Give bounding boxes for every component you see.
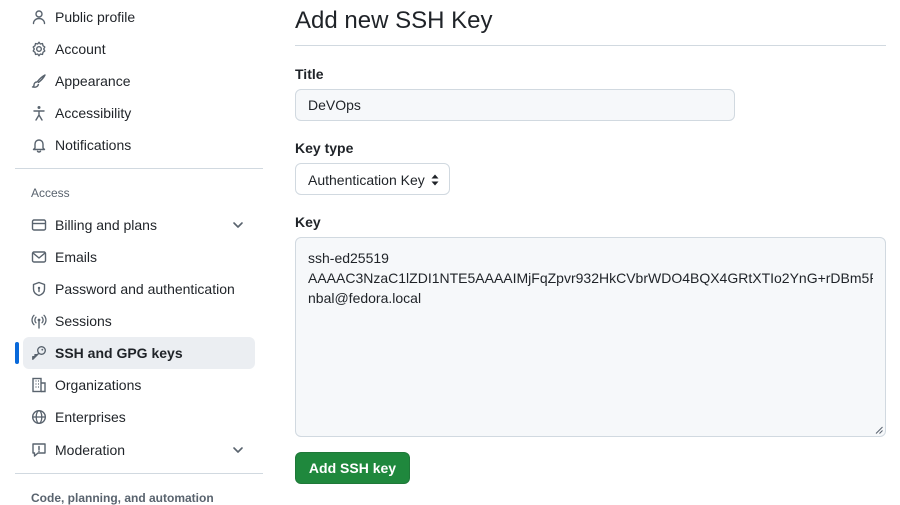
sidebar-item-ssh-gpg-keys[interactable]: SSH and GPG keys bbox=[23, 337, 255, 369]
chevron-down-icon[interactable] bbox=[231, 218, 245, 232]
selected-indicator bbox=[15, 342, 19, 364]
sidebar-item-label: Moderation bbox=[55, 442, 126, 458]
sidebar-item-label: Password and authentication bbox=[55, 281, 235, 297]
sidebar-item-billing[interactable]: Billing and plans bbox=[23, 209, 255, 241]
add-ssh-key-button[interactable]: Add SSH key bbox=[295, 452, 410, 484]
title-input[interactable] bbox=[295, 89, 735, 121]
bell-icon bbox=[31, 137, 47, 153]
sidebar-item-label: Accessibility bbox=[55, 105, 132, 121]
key-line: AAAAC3NzaC1lZDI1NTE5AAAAIMjFqZpvr932HkCV… bbox=[308, 270, 873, 286]
sidebar-item-label: Enterprises bbox=[55, 409, 126, 425]
resize-grip-icon[interactable] bbox=[875, 426, 883, 434]
sidebar-item-label: SSH and GPG keys bbox=[55, 345, 183, 361]
sidebar-item-label: Sessions bbox=[55, 313, 112, 329]
key-label: Key bbox=[295, 214, 321, 230]
page-title: Add new SSH Key bbox=[295, 7, 493, 34]
globe-icon bbox=[31, 409, 47, 425]
key-type-select[interactable]: Authentication Key bbox=[295, 163, 450, 195]
sidebar-item-emails[interactable]: Emails bbox=[23, 241, 255, 273]
sidebar-item-moderation[interactable]: Moderation bbox=[23, 434, 255, 466]
settings-sidebar: Public profile Account Appearance Access… bbox=[15, 0, 263, 505]
key-line: nbal@fedora.local bbox=[308, 290, 422, 306]
mail-icon bbox=[31, 249, 47, 265]
title-label: Title bbox=[295, 66, 324, 82]
sidebar-item-password-auth[interactable]: Password and authentication bbox=[23, 273, 255, 305]
sidebar-group-title-code: Code, planning, and automation bbox=[31, 491, 214, 505]
sidebar-item-label: Account bbox=[55, 41, 106, 57]
sidebar-item-label: Notifications bbox=[55, 137, 132, 153]
broadcast-icon bbox=[31, 313, 47, 329]
sidebar-divider bbox=[15, 473, 263, 474]
sidebar-group-title-access: Access bbox=[31, 186, 70, 200]
sidebar-item-accessibility[interactable]: Accessibility bbox=[23, 97, 255, 129]
main-content: Add new SSH Key Title Key type Authentic… bbox=[295, 0, 886, 505]
key-icon bbox=[31, 345, 47, 361]
key-line: ssh-ed25519 bbox=[308, 250, 389, 266]
key-type-value: Authentication Key bbox=[308, 172, 425, 188]
shield-lock-icon bbox=[31, 281, 47, 297]
credit-card-icon bbox=[31, 217, 47, 233]
sidebar-item-label: Billing and plans bbox=[55, 217, 157, 233]
sidebar-item-label: Appearance bbox=[55, 73, 131, 89]
sidebar-item-label: Emails bbox=[55, 249, 98, 265]
key-textarea[interactable]: ssh-ed25519 AAAAC3NzaC1lZDI1NTE5AAAAIMjF… bbox=[295, 237, 886, 437]
sidebar-item-label: Organizations bbox=[55, 377, 142, 393]
report-icon bbox=[31, 442, 47, 458]
accessibility-icon bbox=[31, 105, 47, 121]
person-icon bbox=[31, 9, 47, 25]
gear-icon bbox=[31, 41, 47, 57]
sidebar-item-label: Public profile bbox=[55, 9, 136, 25]
sidebar-item-public-profile[interactable]: Public profile bbox=[23, 1, 255, 33]
sidebar-item-notifications[interactable]: Notifications bbox=[23, 129, 255, 161]
key-type-label: Key type bbox=[295, 140, 354, 156]
organization-icon bbox=[31, 377, 47, 393]
sidebar-item-appearance[interactable]: Appearance bbox=[23, 65, 255, 97]
title-divider bbox=[295, 45, 886, 46]
sidebar-item-enterprises[interactable]: Enterprises bbox=[23, 401, 255, 433]
sidebar-item-account[interactable]: Account bbox=[23, 33, 255, 65]
paintbrush-icon bbox=[31, 73, 47, 89]
chevron-down-icon[interactable] bbox=[231, 443, 245, 457]
sidebar-item-sessions[interactable]: Sessions bbox=[23, 305, 255, 337]
select-arrows-icon bbox=[430, 173, 440, 187]
sidebar-item-organizations[interactable]: Organizations bbox=[23, 369, 255, 401]
sidebar-divider bbox=[15, 168, 263, 169]
